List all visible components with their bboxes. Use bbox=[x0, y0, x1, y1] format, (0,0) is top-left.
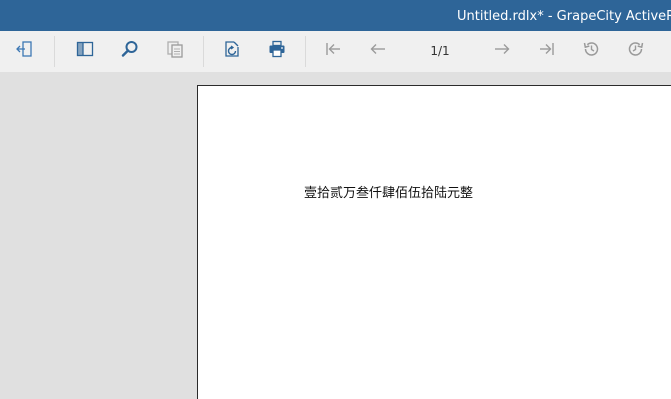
window-title: Untitled.rdlx* - GrapeCity ActiveRepo bbox=[457, 9, 671, 24]
previous-page-icon bbox=[368, 39, 388, 63]
viewer-window: Untitled.rdlx* - GrapeCity ActiveRepo bbox=[0, 0, 671, 399]
toolbar-separator bbox=[54, 36, 55, 67]
history-forward-button[interactable] bbox=[624, 39, 648, 63]
next-page-button[interactable] bbox=[490, 39, 514, 63]
last-page-icon bbox=[537, 39, 557, 63]
toolbar: 1/1 bbox=[0, 31, 671, 73]
page-counter[interactable]: 1/1 bbox=[420, 39, 460, 63]
refresh-button[interactable] bbox=[220, 39, 244, 63]
toggle-sidebar-icon bbox=[75, 39, 95, 63]
search-button[interactable] bbox=[118, 39, 142, 63]
toolbar-separator bbox=[305, 36, 306, 67]
toolbar-separator bbox=[203, 36, 204, 67]
amount-text: 壹拾贰万叁仟肆佰伍拾陆元整 bbox=[304, 186, 474, 201]
report-page: 壹拾贰万叁仟肆佰伍拾陆元整 bbox=[197, 85, 671, 399]
search-icon bbox=[120, 39, 140, 63]
preview-area[interactable]: 壹拾贰万叁仟肆佰伍拾陆元整 bbox=[0, 72, 671, 399]
history-back-icon bbox=[581, 39, 601, 63]
next-page-icon bbox=[492, 39, 512, 63]
print-icon bbox=[267, 39, 287, 63]
title-bar: Untitled.rdlx* - GrapeCity ActiveRepo bbox=[0, 0, 671, 31]
back-to-parent-icon bbox=[14, 39, 34, 63]
previous-page-button[interactable] bbox=[366, 39, 390, 63]
toggle-sidebar-button[interactable] bbox=[73, 39, 97, 63]
copy-icon bbox=[165, 39, 185, 63]
print-button[interactable] bbox=[265, 39, 289, 63]
history-back-button[interactable] bbox=[579, 39, 603, 63]
first-page-button[interactable] bbox=[321, 39, 345, 63]
refresh-icon bbox=[222, 39, 242, 63]
first-page-icon bbox=[323, 39, 343, 63]
back-to-parent-button[interactable] bbox=[12, 39, 36, 63]
copy-button[interactable] bbox=[163, 39, 187, 63]
history-forward-icon bbox=[626, 39, 646, 63]
last-page-button[interactable] bbox=[535, 39, 559, 63]
